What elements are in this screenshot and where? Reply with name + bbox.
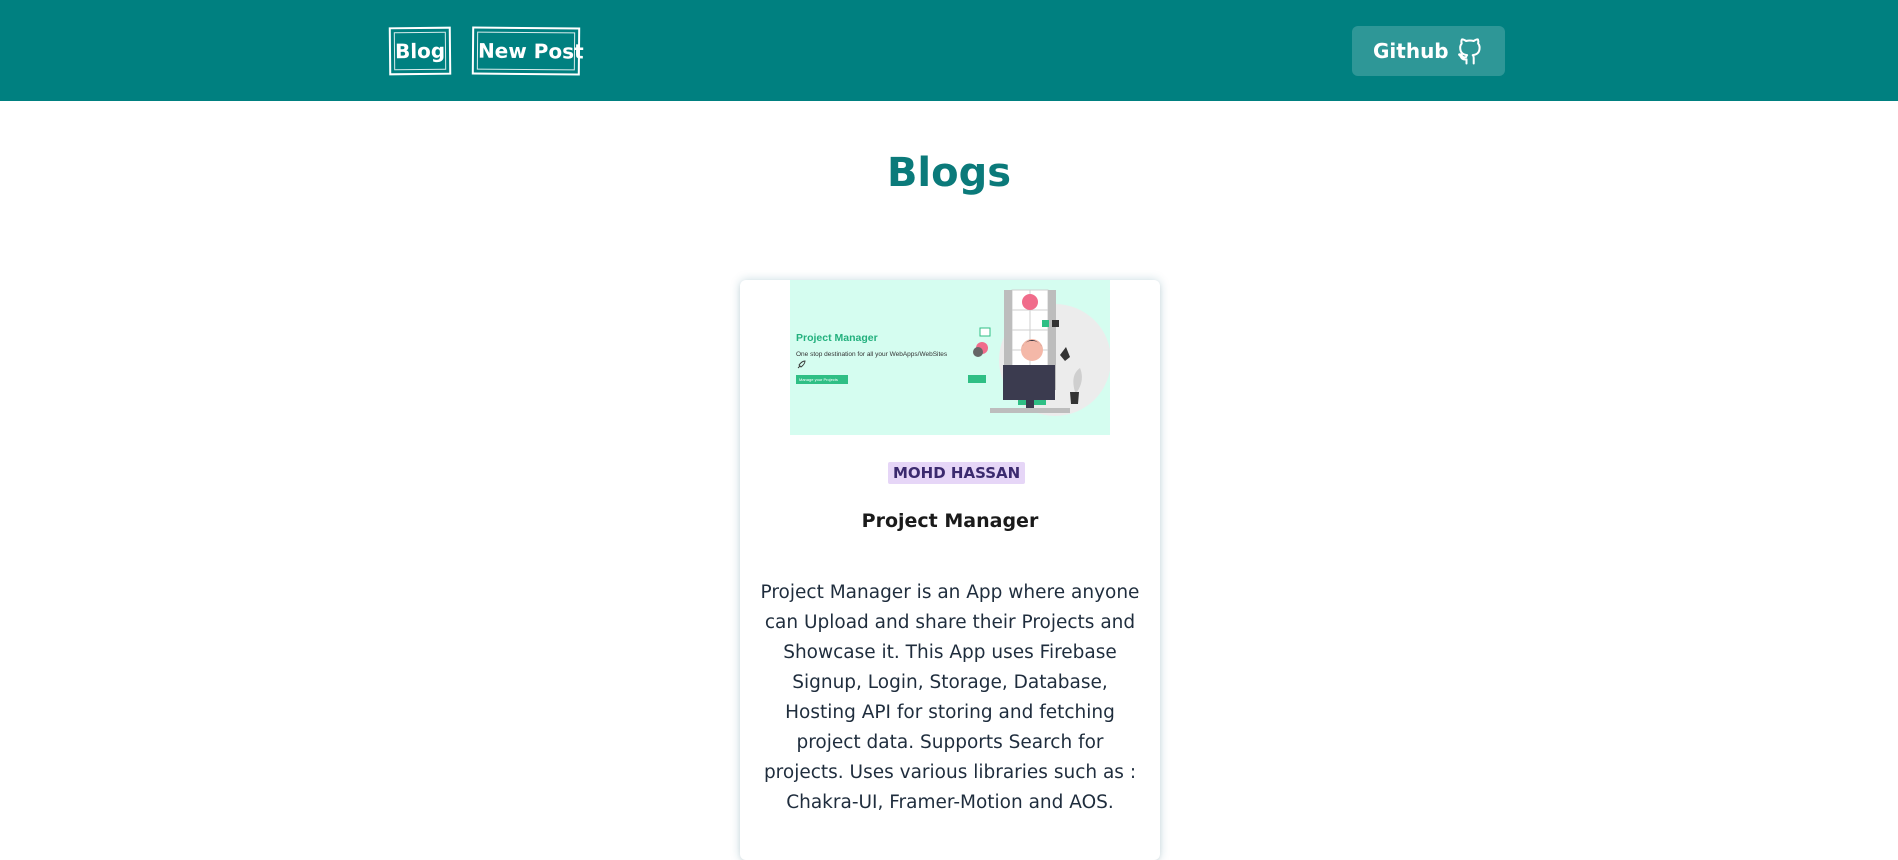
thumbnail-button: Manage your Projects [796,375,848,384]
thumbnail-title: Project Manager [796,332,878,344]
thumbnail-subtitle: One stop destination for all your WebApp… [796,351,948,358]
post-thumbnail: Project Manager One stop destination for… [790,280,1110,435]
author-badge: MOHD HASSAN [888,462,1026,484]
github-label: Github [1373,39,1449,63]
github-icon [1458,38,1481,65]
post-title[interactable]: Project Manager [740,508,1160,534]
github-button[interactable]: Github [1352,26,1505,76]
top-navbar: Blog New Post Github [0,0,1898,101]
page-title: Blogs [886,150,1012,196]
nav-link-new-post[interactable]: New Post [471,26,584,76]
post-description: Project Manager is an App where anyone c… [760,582,1140,813]
developer-illustration [968,289,1110,416]
rocket-icon [797,360,806,369]
nav-link-blog[interactable]: Blog [388,26,452,76]
